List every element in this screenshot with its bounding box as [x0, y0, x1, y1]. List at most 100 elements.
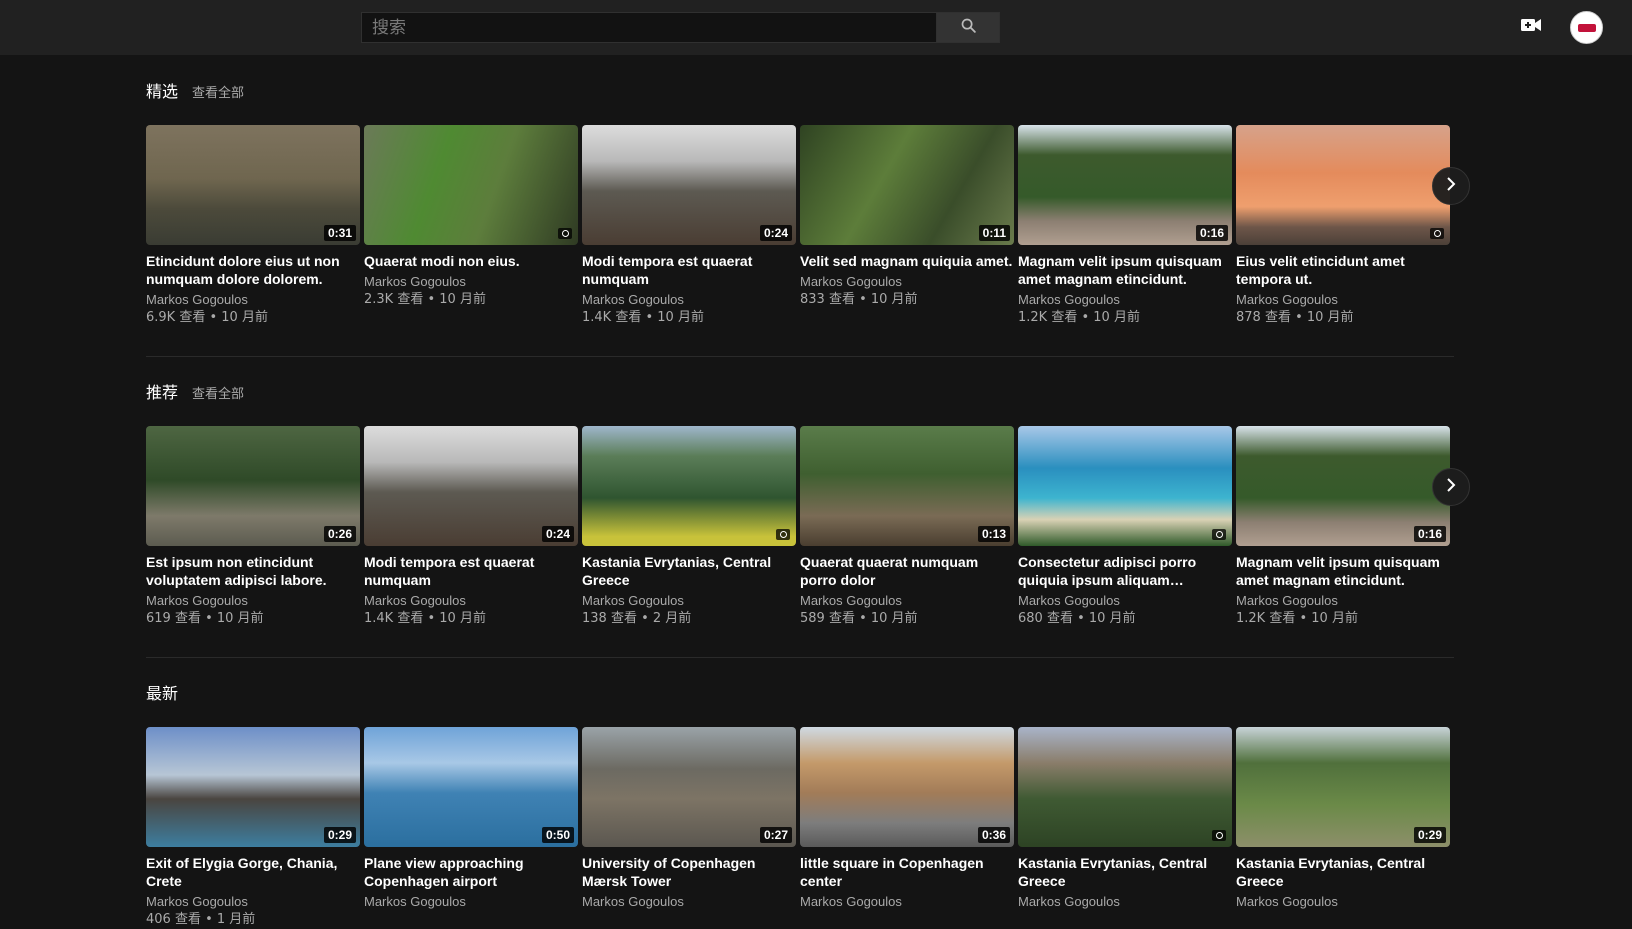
duration-badge: 0:24 — [759, 225, 792, 241]
search-input[interactable] — [361, 12, 936, 43]
video-card[interactable]: 0:29 Exit of Elygia Gorge, Chania, Crete M… — [146, 727, 360, 929]
channel-name[interactable]: Markos Gogoulos — [800, 273, 1014, 291]
video-thumbnail[interactable]: 0:31 — [146, 125, 360, 245]
video-title[interactable]: Plane view approaching Copenhagen airpor… — [364, 854, 578, 890]
video-title[interactable]: Exit of Elygia Gorge, Chania, Crete — [146, 854, 360, 890]
duration-badge: 0:29 — [323, 827, 356, 843]
video-card[interactable]: 0:13 Quaerat quaerat numquam porro dolor M… — [800, 426, 1014, 628]
video-card[interactable]: 0:24 Modi tempora est quaerat numquam Mark… — [364, 426, 578, 628]
section-title: 推荐 — [146, 383, 179, 402]
carousel-next-button[interactable] — [1432, 167, 1470, 205]
channel-name[interactable]: Markos Gogoulos — [1018, 291, 1232, 309]
channel-name[interactable]: Markos Gogoulos — [364, 592, 578, 610]
channel-name[interactable]: Markos Gogoulos — [582, 893, 796, 911]
video-card[interactable]: Eius velit etincidunt amet tempora ut. Ma… — [1236, 125, 1450, 327]
video-title[interactable]: Consectetur adipisci porro quiquia ipsum… — [1018, 553, 1232, 589]
channel-name[interactable]: Markos Gogoulos — [582, 592, 796, 610]
video-card[interactable]: 0:11 Velit sed magnam quiquia amet. Markos… — [800, 125, 1014, 327]
video-thumbnail[interactable]: 0:50 — [364, 727, 578, 847]
video-title[interactable]: Quaerat modi non eius. — [364, 252, 578, 270]
channel-name[interactable]: Markos Gogoulos — [800, 893, 1014, 911]
camera-icon — [776, 529, 790, 540]
video-meta: 1.4K 查看 • 10 月前 — [582, 310, 704, 325]
view-all-link[interactable]: 查看全部 — [192, 383, 244, 402]
video-row: 0:31 Etincidunt dolore eius ut non numqua… — [146, 125, 1470, 327]
channel-name[interactable]: Markos Gogoulos — [1236, 291, 1450, 309]
video-thumbnail[interactable]: 0:29 — [146, 727, 360, 847]
section-header: 最新 — [146, 680, 1454, 704]
video-card[interactable]: Quaerat modi non eius. Markos Gogoulos 2.3… — [364, 125, 578, 327]
duration-badge: 0:50 — [541, 827, 574, 843]
video-card[interactable]: Kastania Evrytanias, Central Greece Marko… — [582, 426, 796, 628]
channel-name[interactable]: Markos Gogoulos — [364, 893, 578, 911]
user-avatar[interactable] — [1570, 11, 1603, 44]
channel-name[interactable]: Markos Gogoulos — [146, 291, 360, 309]
video-title[interactable]: Modi tempora est quaerat numquam — [364, 553, 578, 589]
video-thumbnail[interactable] — [1018, 426, 1232, 546]
video-thumbnail[interactable] — [582, 426, 796, 546]
channel-name[interactable]: Markos Gogoulos — [1236, 592, 1450, 610]
channel-name[interactable]: Markos Gogoulos — [582, 291, 796, 309]
video-card[interactable]: Consectetur adipisci porro quiquia ipsum… — [1018, 426, 1232, 628]
video-thumbnail[interactable]: 0:16 — [1018, 125, 1232, 245]
video-title[interactable]: Kastania Evrytanias, Central Greece — [1018, 854, 1232, 890]
video-row: 0:26 Est ipsum non etincidunt voluptatem … — [146, 426, 1470, 628]
video-meta: 619 查看 • 10 月前 — [146, 611, 264, 626]
video-title[interactable]: Magnam velit ipsum quisquam amet magnam … — [1236, 553, 1450, 589]
video-title[interactable]: Eius velit etincidunt amet tempora ut. — [1236, 252, 1450, 288]
video-thumbnail[interactable]: 0:16 — [1236, 426, 1450, 546]
duration-badge: 0:29 — [1413, 827, 1446, 843]
duration-badge: 0:36 — [977, 827, 1010, 843]
video-card[interactable]: 0:16 Magnam velit ipsum quisquam amet mag… — [1236, 426, 1450, 628]
video-card[interactable]: 0:24 Modi tempora est quaerat numquam Mark… — [582, 125, 796, 327]
video-card[interactable]: 0:16 Magnam velit ipsum quisquam amet mag… — [1018, 125, 1232, 327]
video-card[interactable]: 0:31 Etincidunt dolore eius ut non numqua… — [146, 125, 360, 327]
video-card[interactable]: 0:36 little square in Copenhagen center Ma… — [800, 727, 1014, 929]
channel-name[interactable]: Markos Gogoulos — [800, 592, 1014, 610]
video-thumbnail[interactable] — [1018, 727, 1232, 847]
search-icon — [960, 17, 977, 39]
video-thumbnail[interactable] — [1236, 125, 1450, 245]
video-card[interactable]: 0:26 Est ipsum non etincidunt voluptatem … — [146, 426, 360, 628]
video-thumbnail[interactable]: 0:26 — [146, 426, 360, 546]
video-thumbnail[interactable]: 0:24 — [582, 125, 796, 245]
channel-name[interactable]: Markos Gogoulos — [1018, 893, 1232, 911]
video-thumbnail[interactable]: 0:13 — [800, 426, 1014, 546]
video-thumbnail[interactable]: 0:24 — [364, 426, 578, 546]
channel-name[interactable]: Markos Gogoulos — [146, 592, 360, 610]
channel-name[interactable]: Markos Gogoulos — [146, 893, 360, 911]
channel-name[interactable]: Markos Gogoulos — [1018, 592, 1232, 610]
video-title[interactable]: Kastania Evrytanias, Central Greece — [1236, 854, 1450, 890]
video-thumbnail[interactable]: 0:29 — [1236, 727, 1450, 847]
video-title[interactable]: Est ipsum non etincidunt voluptatem adip… — [146, 553, 360, 589]
video-title[interactable]: Magnam velit ipsum quisquam amet magnam … — [1018, 252, 1232, 288]
view-all-link[interactable]: 查看全部 — [192, 82, 244, 101]
video-title[interactable]: Modi tempora est quaerat numquam — [582, 252, 796, 288]
video-card[interactable]: 0:50 Plane view approaching Copenhagen ai… — [364, 727, 578, 929]
video-meta: 1.2K 查看 • 10 月前 — [1018, 310, 1140, 325]
video-thumbnail[interactable]: 0:11 — [800, 125, 1014, 245]
section-divider — [146, 356, 1454, 357]
video-thumbnail[interactable]: 0:27 — [582, 727, 796, 847]
video-title[interactable]: University of Copenhagen Mærsk Tower — [582, 854, 796, 890]
video-title[interactable]: Velit sed magnam quiquia amet. — [800, 252, 1014, 270]
duration-badge: 0:26 — [323, 526, 356, 542]
video-title[interactable]: Etincidunt dolore eius ut non numquam do… — [146, 252, 360, 288]
video-title[interactable]: little square in Copenhagen center — [800, 854, 1014, 890]
channel-name[interactable]: Markos Gogoulos — [364, 273, 578, 291]
video-thumbnail[interactable]: 0:36 — [800, 727, 1014, 847]
video-thumbnail[interactable] — [364, 125, 578, 245]
video-upload-icon — [1520, 17, 1542, 38]
upload-button[interactable] — [1519, 17, 1543, 37]
video-title[interactable]: Quaerat quaerat numquam porro dolor — [800, 553, 1014, 589]
section-title: 最新 — [146, 684, 179, 703]
video-title[interactable]: Kastania Evrytanias, Central Greece — [582, 553, 796, 589]
channel-name[interactable]: Markos Gogoulos — [1236, 893, 1450, 911]
video-card[interactable]: Kastania Evrytanias, Central Greece Marko… — [1018, 727, 1232, 929]
video-card[interactable]: 0:27 University of Copenhagen Mærsk Tower… — [582, 727, 796, 929]
video-card[interactable]: 0:29 Kastania Evrytanias, Central Greece M… — [1236, 727, 1450, 929]
duration-badge: 0:24 — [541, 526, 574, 542]
search-button[interactable] — [936, 12, 1000, 43]
carousel-next-button[interactable] — [1432, 468, 1470, 506]
camera-icon — [1212, 529, 1226, 540]
